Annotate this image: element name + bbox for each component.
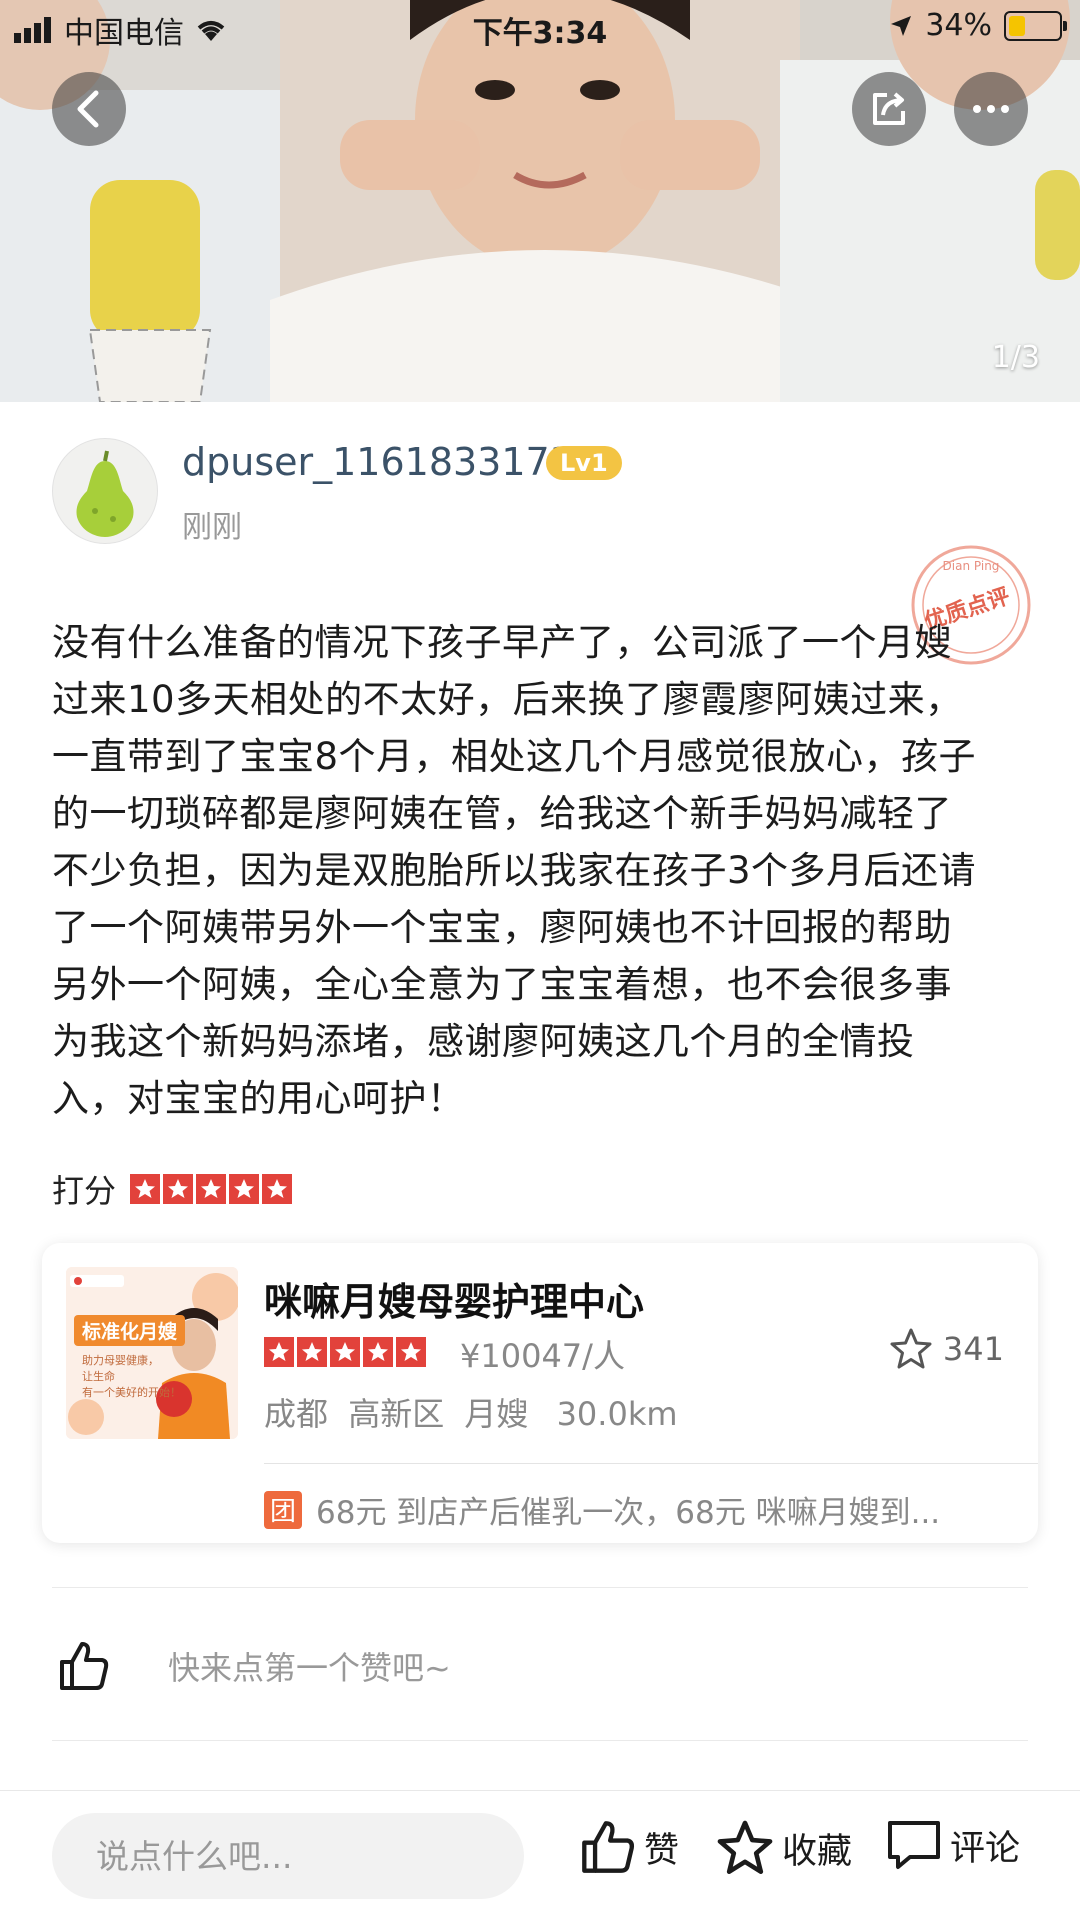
shop-category: 月嫂	[464, 1395, 529, 1433]
score-stars	[130, 1174, 293, 1204]
thumbs-up-icon	[582, 1821, 635, 1873]
comment-bubble-icon	[888, 1821, 940, 1869]
rating-star-icon	[130, 1174, 161, 1204]
shop-meta: 成都 高新区 月嫂 30.0km	[264, 1389, 678, 1435]
battery-icon	[1004, 10, 1067, 41]
rating-star-icon	[229, 1174, 260, 1204]
card-divider	[264, 1463, 1038, 1464]
battery-percent: 34%	[925, 8, 992, 43]
shop-price: ¥10047/人	[460, 1337, 625, 1375]
back-button[interactable]	[52, 72, 126, 146]
level-badge: Lv1	[546, 446, 622, 480]
comment-input[interactable]	[52, 1813, 524, 1899]
favorite-button[interactable]: 收藏	[716, 1819, 852, 1877]
shop-district: 高新区	[348, 1395, 445, 1433]
shop-image: 标准化月嫂 助力母婴健康， 让生命 有一个美好的开始！	[66, 1267, 238, 1439]
rating-star-icon	[163, 1174, 194, 1204]
photo-pager: 1/3	[991, 340, 1040, 375]
favorite-count: 341	[942, 1330, 1004, 1368]
battery-fill	[1009, 15, 1026, 36]
more-button[interactable]	[954, 72, 1028, 146]
review-photo[interactable]: 中国电信 下午3:34 34% 1/3	[0, 0, 1080, 402]
section-divider	[52, 1587, 1028, 1588]
location-arrow-icon	[891, 15, 912, 36]
rating-star-icon	[264, 1337, 294, 1367]
bottom-bar: 赞 收藏 评论	[0, 1790, 1080, 1921]
seal-sub-text: Dian Ping	[943, 559, 1000, 573]
username[interactable]: dpuser_1161833173	[182, 440, 574, 484]
avatar[interactable]	[52, 438, 158, 544]
status-bar: 中国电信 下午3:34 34%	[0, 0, 1080, 56]
like-label: 赞	[644, 1830, 680, 1871]
shop-stars	[264, 1337, 426, 1367]
pear-avatar-icon	[76, 450, 134, 537]
like-prompt: 快来点第一个赞吧~	[168, 1649, 451, 1687]
star-outline-icon	[890, 1328, 932, 1369]
score-label: 打分	[52, 1172, 117, 1210]
shop-image-caption: 助力母婴健康， 让生命 有一个美好的开始！	[82, 1354, 181, 1399]
favorite-label: 收藏	[782, 1831, 853, 1872]
comment-label: 评论	[950, 1828, 1021, 1869]
rating-star-icon	[262, 1174, 293, 1204]
comment-button[interactable]: 评论	[886, 1819, 1020, 1871]
rating-star-icon	[363, 1337, 393, 1367]
more-icon	[973, 105, 1009, 113]
shop-card[interactable]: 标准化月嫂 助力母婴健康， 让生命 有一个美好的开始！ 咪嘛月嫂母婴护理中心 ¥…	[42, 1243, 1038, 1543]
thumbs-up-icon	[60, 1642, 109, 1690]
shop-distance: 30.0km	[556, 1395, 678, 1433]
post-time: 刚刚	[182, 510, 242, 545]
rating-star-icon	[330, 1337, 360, 1367]
rating-star-icon	[297, 1337, 327, 1367]
favorite-count-button[interactable]: 341	[889, 1327, 1004, 1371]
shop-city: 成都	[264, 1395, 329, 1433]
review-text: 没有什么准备的情况下孩子早产了，公司派了一个月嫂 过来10多天相处的不太好，后来…	[52, 621, 977, 1120]
section-divider-2	[52, 1740, 1028, 1741]
rating-star-icon	[196, 1174, 227, 1204]
group-deal-icon: 团	[264, 1490, 302, 1529]
deal-row[interactable]: 团 68元 到店产后催乳一次，68元 咪嘛月嫂到...	[264, 1487, 1024, 1532]
like-row[interactable]: 快来点第一个赞吧~	[58, 1640, 451, 1692]
like-button[interactable]: 赞	[580, 1819, 679, 1875]
shop-name[interactable]: 咪嘛月嫂母婴护理中心	[264, 1271, 644, 1326]
share-icon	[873, 92, 905, 125]
photo-image	[0, 0, 1080, 402]
score-row: 打分	[52, 1166, 293, 1212]
status-right: 34%	[889, 8, 1067, 43]
share-button[interactable]	[852, 72, 926, 146]
chevron-left-icon	[77, 90, 99, 128]
shop-image-tag: 标准化月嫂	[74, 1315, 186, 1346]
deal-text: 68元 到店产后催乳一次，68元 咪嘛月嫂到...	[316, 1495, 941, 1531]
star-outline-icon	[717, 1820, 773, 1875]
rating-star-icon	[396, 1337, 426, 1367]
